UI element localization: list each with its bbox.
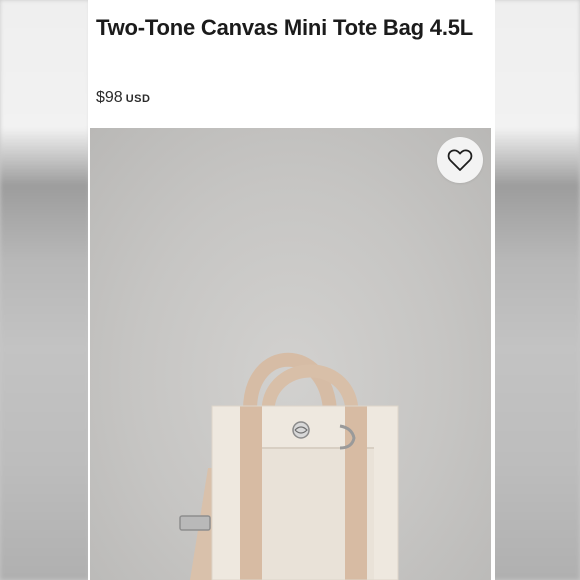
background-blur-left	[0, 0, 90, 580]
background-blur-right	[490, 0, 580, 580]
product-title: Two-Tone Canvas Mini Tote Bag 4.5L	[96, 15, 474, 40]
product-image[interactable]	[90, 128, 491, 580]
tote-bag-illustration	[179, 352, 399, 580]
favorite-button[interactable]	[437, 137, 483, 183]
price-amount: $98	[96, 89, 123, 106]
product-price: $98 USD	[96, 89, 150, 107]
price-currency: USD	[125, 93, 151, 105]
heart-outline-icon	[447, 149, 473, 171]
product-card: Two-Tone Canvas Mini Tote Bag 4.5L $98 US…	[88, 0, 495, 580]
